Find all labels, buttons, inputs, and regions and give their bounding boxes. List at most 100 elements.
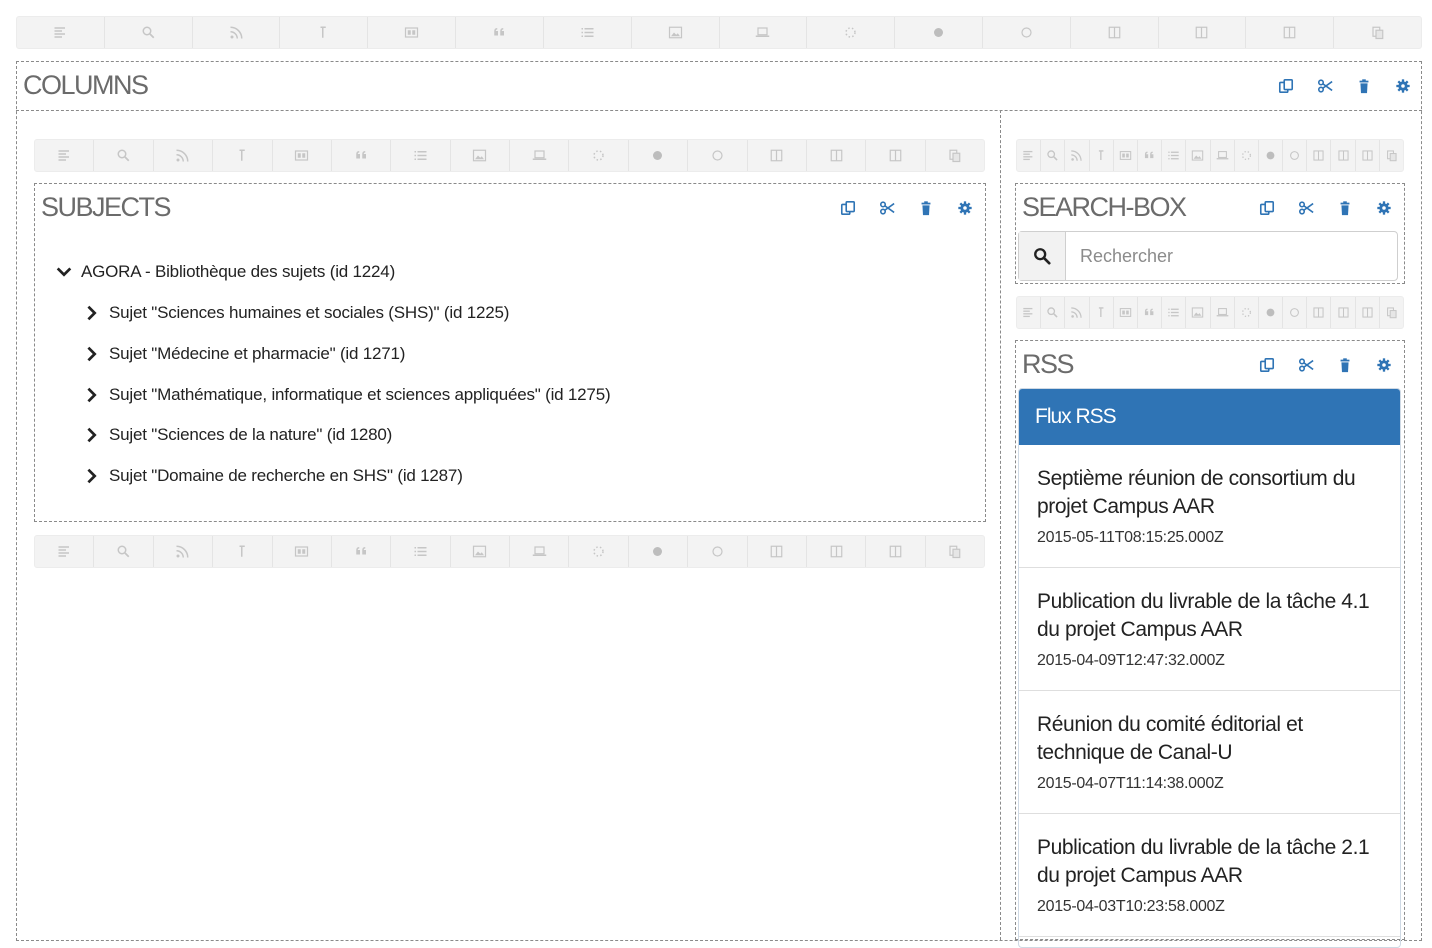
columns-tool-button[interactable] bbox=[866, 536, 926, 567]
delete-button[interactable] bbox=[906, 200, 945, 216]
settings-button[interactable] bbox=[1383, 78, 1422, 94]
empty-circle-tool-button[interactable] bbox=[983, 17, 1071, 48]
delete-button[interactable] bbox=[1325, 357, 1364, 373]
align-left-tool-button[interactable] bbox=[1017, 297, 1042, 328]
quote-tool-button[interactable] bbox=[1138, 140, 1163, 171]
settings-button[interactable] bbox=[1364, 357, 1403, 373]
rss-tool-button[interactable] bbox=[193, 17, 281, 48]
rss-tool-button[interactable] bbox=[1065, 297, 1090, 328]
list-tool-button[interactable] bbox=[544, 17, 632, 48]
tree-root[interactable]: AGORA - Bibliothèque des sujets (id 1224… bbox=[55, 262, 395, 282]
text-cursor-tool-button[interactable] bbox=[213, 140, 273, 171]
spinner-tool-button[interactable] bbox=[569, 140, 629, 171]
settings-button[interactable] bbox=[1364, 200, 1403, 216]
quote-tool-button[interactable] bbox=[456, 17, 544, 48]
empty-circle-tool-button[interactable] bbox=[688, 536, 748, 567]
quote-tool-button[interactable] bbox=[1138, 297, 1163, 328]
spinner-tool-button[interactable] bbox=[1235, 140, 1259, 171]
filled-circle-tool-button[interactable] bbox=[895, 17, 983, 48]
columns-tool-button[interactable] bbox=[1246, 17, 1335, 48]
duplicate-button[interactable] bbox=[1247, 357, 1286, 373]
spinner-tool-button[interactable] bbox=[569, 536, 629, 567]
image-tool-button[interactable] bbox=[632, 17, 720, 48]
columns-tool-button[interactable] bbox=[1307, 297, 1332, 328]
paste-tool-button[interactable] bbox=[926, 140, 984, 171]
quote-tool-button[interactable] bbox=[332, 536, 392, 567]
html-block-tool-button[interactable] bbox=[273, 536, 332, 567]
tree-item-recherche-shs[interactable]: Sujet "Domaine de recherche en SHS" (id … bbox=[83, 466, 463, 486]
list-tool-button[interactable] bbox=[1162, 297, 1187, 328]
tree-item-medecine[interactable]: Sujet "Médecine et pharmacie" (id 1271) bbox=[83, 344, 405, 364]
align-left-tool-button[interactable] bbox=[17, 17, 105, 48]
duplicate-button[interactable] bbox=[828, 200, 867, 216]
columns-tool-button[interactable] bbox=[1356, 140, 1380, 171]
rss-tool-button[interactable] bbox=[154, 140, 214, 171]
filled-circle-tool-button[interactable] bbox=[629, 536, 689, 567]
rss-item[interactable]: Réunion du comité éditorial et technique… bbox=[1019, 691, 1400, 814]
search-tool-button[interactable] bbox=[94, 140, 154, 171]
text-cursor-tool-button[interactable] bbox=[213, 536, 273, 567]
tree-item-mathematique[interactable]: Sujet "Mathématique, informatique et sci… bbox=[83, 385, 611, 405]
delete-button[interactable] bbox=[1325, 200, 1364, 216]
html-block-tool-button[interactable] bbox=[1114, 140, 1138, 171]
rss-tool-button[interactable] bbox=[154, 536, 214, 567]
columns-tool-button[interactable] bbox=[1331, 297, 1356, 328]
empty-circle-tool-button[interactable] bbox=[1283, 297, 1308, 328]
list-tool-button[interactable] bbox=[391, 140, 451, 171]
filled-circle-tool-button[interactable] bbox=[629, 140, 689, 171]
cut-button[interactable] bbox=[867, 200, 906, 216]
columns-tool-button[interactable] bbox=[807, 536, 867, 567]
search-tool-button[interactable] bbox=[94, 536, 154, 567]
columns-tool-button[interactable] bbox=[1071, 17, 1159, 48]
image-tool-button[interactable] bbox=[1186, 297, 1211, 328]
search-tool-button[interactable] bbox=[105, 17, 193, 48]
search-tool-button[interactable] bbox=[1041, 140, 1066, 171]
spinner-tool-button[interactable] bbox=[1235, 297, 1259, 328]
rss-tool-button[interactable] bbox=[1065, 140, 1090, 171]
laptop-tool-button[interactable] bbox=[720, 17, 808, 48]
html-block-tool-button[interactable] bbox=[368, 17, 457, 48]
delete-button[interactable] bbox=[1344, 78, 1383, 94]
paste-tool-button[interactable] bbox=[1380, 297, 1403, 328]
duplicate-button[interactable] bbox=[1247, 200, 1286, 216]
paste-tool-button[interactable] bbox=[926, 536, 984, 567]
image-tool-button[interactable] bbox=[1186, 140, 1211, 171]
laptop-tool-button[interactable] bbox=[1211, 140, 1235, 171]
align-left-tool-button[interactable] bbox=[35, 536, 95, 567]
columns-tool-button[interactable] bbox=[748, 536, 807, 567]
spinner-tool-button[interactable] bbox=[807, 17, 896, 48]
cut-button[interactable] bbox=[1305, 78, 1344, 94]
columns-tool-button[interactable] bbox=[1159, 17, 1247, 48]
settings-button[interactable] bbox=[945, 200, 984, 216]
search-button[interactable] bbox=[1019, 232, 1066, 280]
cut-button[interactable] bbox=[1286, 357, 1325, 373]
cut-button[interactable] bbox=[1286, 200, 1325, 216]
laptop-tool-button[interactable] bbox=[510, 536, 570, 567]
text-cursor-tool-button[interactable] bbox=[280, 17, 369, 48]
filled-circle-tool-button[interactable] bbox=[1259, 297, 1284, 328]
paste-tool-button[interactable] bbox=[1380, 140, 1403, 171]
quote-tool-button[interactable] bbox=[332, 140, 392, 171]
columns-tool-button[interactable] bbox=[807, 140, 867, 171]
search-input[interactable] bbox=[1066, 232, 1397, 280]
filled-circle-tool-button[interactable] bbox=[1259, 140, 1284, 171]
image-tool-button[interactable] bbox=[451, 140, 510, 171]
laptop-tool-button[interactable] bbox=[510, 140, 570, 171]
rss-item[interactable]: Septième réunion de consortium du projet… bbox=[1019, 445, 1400, 568]
search-tool-button[interactable] bbox=[1041, 297, 1066, 328]
empty-circle-tool-button[interactable] bbox=[688, 140, 748, 171]
empty-circle-tool-button[interactable] bbox=[1283, 140, 1308, 171]
tree-item-shs[interactable]: Sujet "Sciences humaines et sociales (SH… bbox=[83, 303, 509, 323]
list-tool-button[interactable] bbox=[391, 536, 451, 567]
duplicate-button[interactable] bbox=[1266, 78, 1305, 94]
text-cursor-tool-button[interactable] bbox=[1090, 297, 1114, 328]
image-tool-button[interactable] bbox=[451, 536, 510, 567]
html-block-tool-button[interactable] bbox=[273, 140, 332, 171]
columns-tool-button[interactable] bbox=[1307, 140, 1332, 171]
align-left-tool-button[interactable] bbox=[35, 140, 95, 171]
columns-tool-button[interactable] bbox=[866, 140, 926, 171]
rss-item[interactable]: Publication du livrable de la tâche 4.1 … bbox=[1019, 568, 1400, 691]
align-left-tool-button[interactable] bbox=[1017, 140, 1042, 171]
columns-tool-button[interactable] bbox=[1356, 297, 1380, 328]
columns-tool-button[interactable] bbox=[748, 140, 807, 171]
